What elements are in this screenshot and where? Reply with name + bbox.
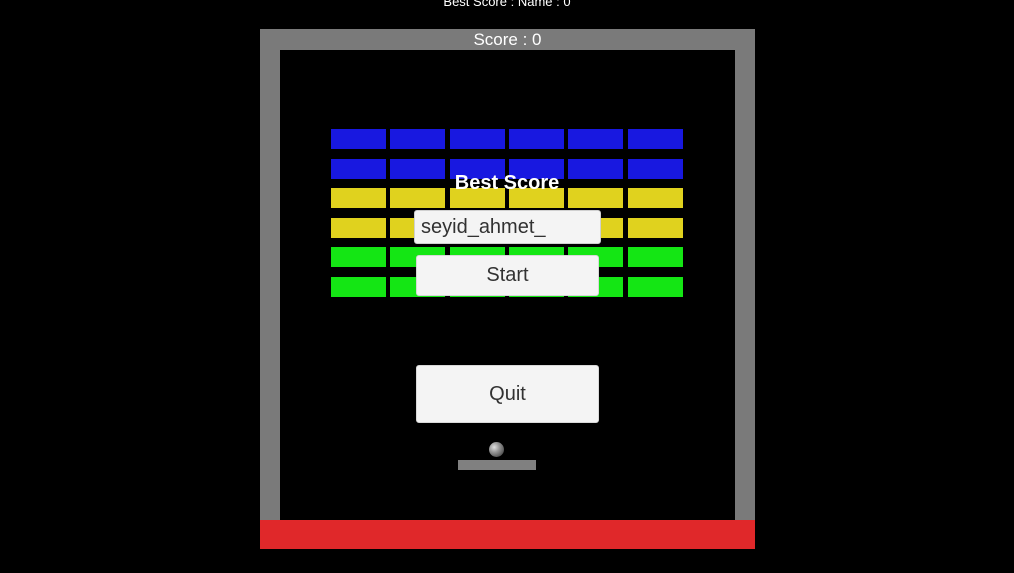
brick [628, 247, 683, 267]
quit-button[interactable]: Quit [416, 365, 599, 423]
dead-zone-floor [260, 520, 755, 549]
start-button[interactable]: Start [416, 255, 599, 296]
brick [509, 129, 564, 149]
brick [628, 129, 683, 149]
brick [628, 188, 683, 208]
brick [331, 129, 386, 149]
score-label: Score : 0 [473, 30, 542, 49]
brick [568, 129, 623, 149]
brick [390, 129, 445, 149]
right-wall [735, 29, 755, 521]
brick [331, 218, 386, 238]
brick [331, 159, 386, 179]
brick [628, 159, 683, 179]
brick [331, 247, 386, 267]
brick [628, 277, 683, 297]
brick [331, 277, 386, 297]
brick [331, 188, 386, 208]
left-wall [260, 29, 280, 521]
menu-title: Best Score [454, 172, 560, 194]
brick [628, 218, 683, 238]
best-score-header: Best Score : Name : 0 [443, 0, 571, 9]
game-screen: Best Score : Name : 0 Score : 0 Best Sco… [0, 0, 1014, 573]
player-name-input[interactable] [414, 210, 601, 244]
brick [450, 129, 505, 149]
paddle[interactable] [458, 460, 536, 470]
ball [489, 442, 504, 457]
